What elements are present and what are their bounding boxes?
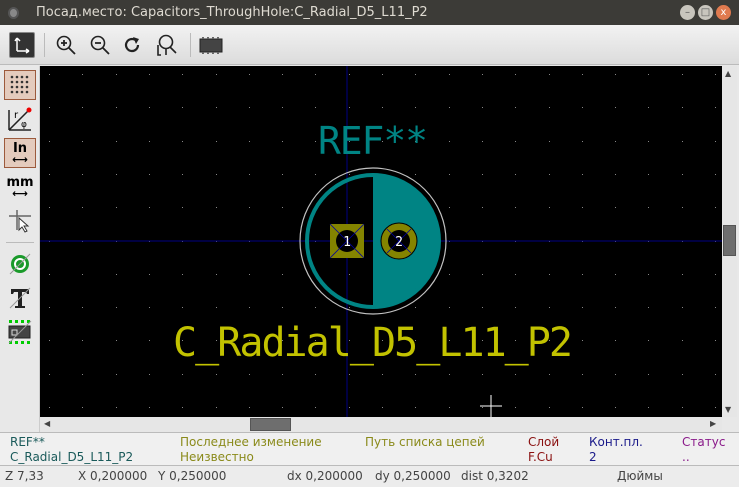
- pad-2-number: 2: [395, 235, 403, 250]
- crosshair-cursor: [480, 395, 502, 417]
- reference-text[interactable]: REF**: [318, 119, 428, 163]
- horizontal-scrollbar[interactable]: ◀ ▶: [40, 417, 722, 432]
- status-value: ..: [682, 450, 690, 464]
- axes-icon: [14, 37, 30, 54]
- polar-coords-icon: rφ: [8, 107, 32, 131]
- horizontal-scroll-thumb[interactable]: [250, 418, 291, 431]
- edge-sketch-button[interactable]: [4, 317, 36, 347]
- text-sketch-button[interactable]: [4, 283, 36, 313]
- pad-sketch-icon: [9, 253, 31, 275]
- zoom-readout: Z 7,33: [5, 469, 44, 483]
- msg-value: C_Radial_D5_L11_P2: [10, 450, 134, 464]
- pad-sketch-button[interactable]: [4, 249, 36, 279]
- scroll-down-arrow-icon[interactable]: ▼: [725, 405, 731, 414]
- maximize-button[interactable]: □: [698, 5, 713, 20]
- dx-readout: dx 0,200000: [287, 469, 363, 483]
- pad-1[interactable]: 1: [329, 223, 365, 259]
- pad-1-number: 1: [343, 235, 351, 250]
- units-mm-button[interactable]: mm ⟷: [4, 172, 36, 202]
- left-toolbar: rφ In ⟷ mm ⟷: [0, 66, 40, 432]
- scroll-right-arrow-icon[interactable]: ▶: [710, 419, 716, 428]
- pads-value: 2: [589, 450, 597, 464]
- footprint-button[interactable]: [198, 32, 224, 58]
- coordinate-origin-button[interactable]: [9, 32, 35, 58]
- close-button[interactable]: x: [716, 5, 731, 20]
- zoom-fit-button[interactable]: [153, 32, 179, 58]
- status-bar: Z 7,33 X 0,200000 Y 0,250000 dx 0,200000…: [0, 466, 739, 487]
- last-change-value: Неизвестно: [180, 450, 254, 464]
- dist-readout: dist 0,3202: [461, 469, 529, 483]
- vertical-scrollbar[interactable]: ▲ ▼: [722, 66, 737, 417]
- minimize-button[interactable]: –: [680, 5, 695, 20]
- message-panel: REF** C_Radial_D5_L11_P2 Последнее измене…: [0, 432, 739, 466]
- units-inches-button[interactable]: In ⟷: [4, 138, 36, 168]
- svg-text:r: r: [14, 110, 19, 121]
- status-label: Статус: [682, 435, 726, 449]
- grid-toggle-button[interactable]: [4, 70, 36, 100]
- units-readout: Дюймы: [617, 469, 663, 483]
- x-readout: X 0,200000: [78, 469, 148, 483]
- chip-icon: [199, 37, 223, 54]
- layer-label: Слой: [528, 435, 560, 449]
- window-title: Посад.место: Capacitors_ThroughHole:C_Ra…: [36, 5, 428, 20]
- grid-icon: [10, 75, 29, 94]
- last-change-label: Последнее изменение: [180, 435, 322, 449]
- redraw-button[interactable]: [120, 32, 146, 58]
- zoom-fit-icon: [157, 34, 177, 56]
- zoom-in-icon: [56, 35, 76, 55]
- vertical-scroll-thumb[interactable]: [723, 225, 736, 256]
- svg-text:φ: φ: [21, 120, 27, 130]
- zoom-out-button[interactable]: [87, 32, 113, 58]
- app-icon: [8, 7, 19, 19]
- polar-coords-button[interactable]: rφ: [4, 104, 36, 134]
- edge-sketch-icon: [8, 320, 32, 344]
- zoom-in-button[interactable]: [53, 32, 79, 58]
- title-bar: Посад.место: Capacitors_ThroughHole:C_Ra…: [0, 0, 739, 25]
- top-toolbar: [0, 25, 739, 65]
- cursor-shape-button[interactable]: [4, 206, 36, 236]
- netlist-path-label: Путь списка цепей: [365, 435, 485, 449]
- msg-reference: REF**: [10, 435, 45, 449]
- scroll-left-arrow-icon[interactable]: ◀: [44, 419, 50, 428]
- scroll-up-arrow-icon[interactable]: ▲: [725, 69, 731, 78]
- refresh-icon: [124, 37, 140, 53]
- text-sketch-icon: [9, 287, 31, 309]
- cursor-crosshair-icon: [9, 210, 31, 233]
- value-text[interactable]: C_Radial_D5_L11_P2: [173, 320, 573, 366]
- zoom-out-icon: [90, 35, 110, 55]
- pads-label: Конт.пл.: [589, 435, 643, 449]
- pad-2[interactable]: 2: [380, 222, 418, 260]
- dy-readout: dy 0,250000: [375, 469, 451, 483]
- y-readout: Y 0,250000: [158, 469, 227, 483]
- layer-value: F.Cu: [528, 450, 553, 464]
- drawing-canvas[interactable]: 1 2 REF** C_Radial_D5_L11_P2: [40, 66, 722, 417]
